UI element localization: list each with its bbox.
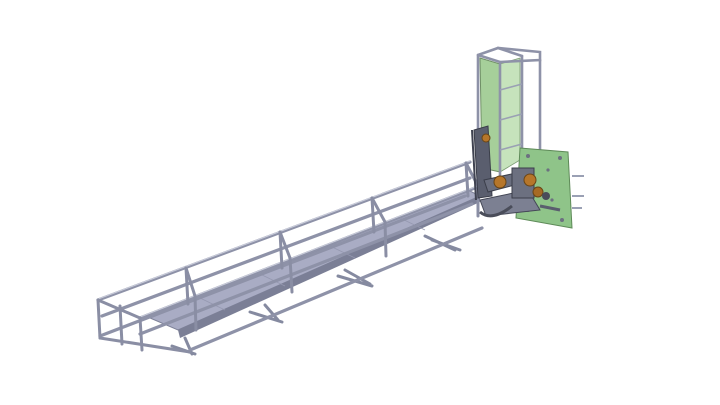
cad-viewport[interactable]: [0, 0, 720, 405]
bearing-plate-2: [532, 186, 544, 198]
bearing-plate-1: [523, 173, 537, 187]
bearing-mid: [493, 175, 507, 189]
guard-rail-frame: [96, 160, 484, 354]
assembly-3d-view[interactable]: [0, 0, 720, 405]
bearing-upper: [481, 133, 491, 143]
plate-studs: [572, 175, 584, 209]
